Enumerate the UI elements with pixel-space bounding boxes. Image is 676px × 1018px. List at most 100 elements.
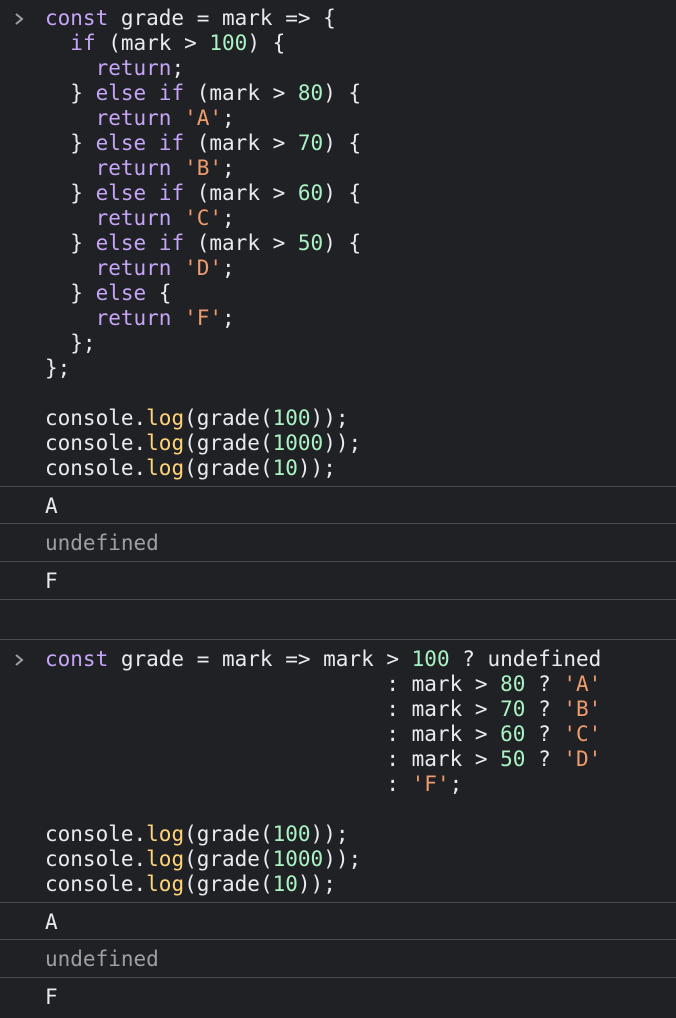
string-token: 'C' xyxy=(184,206,223,230)
code-token: ? xyxy=(525,697,564,721)
code-line: return 'A'; xyxy=(45,106,361,131)
code-line: console.log(grade(1000)); xyxy=(45,431,361,456)
code-token: ? xyxy=(525,747,564,771)
code-token: else xyxy=(95,281,147,305)
code-token: : mark > xyxy=(45,722,501,746)
code-token: console. xyxy=(45,822,147,846)
code-token: ) { xyxy=(323,81,362,105)
number-token: 100 xyxy=(272,822,311,846)
code-block: const grade = mark => { if (mark > 100) … xyxy=(45,6,361,481)
code-token: (grade( xyxy=(184,872,273,896)
number-token: 100 xyxy=(411,647,450,671)
code-token: } xyxy=(45,231,96,255)
output-value: F xyxy=(45,569,58,593)
code-token: (grade( xyxy=(184,431,273,455)
code-line: } else { xyxy=(45,281,361,306)
number-token: 1000 xyxy=(272,431,324,455)
code-token: return xyxy=(95,106,172,130)
code-token: console. xyxy=(45,406,147,430)
code-line: } else if (mark > 60) { xyxy=(45,181,361,206)
code-token: return xyxy=(95,256,172,280)
number-token: 50 xyxy=(297,231,324,255)
code-token: { xyxy=(146,281,172,305)
string-token: 'D' xyxy=(184,256,223,280)
string-token: 'B' xyxy=(184,156,223,180)
output-value: A xyxy=(45,910,58,934)
code-token: }; xyxy=(45,331,96,355)
console-output-row: A xyxy=(0,486,676,524)
code-token: else if xyxy=(95,81,185,105)
code-token: )); xyxy=(310,406,349,430)
code-token: const xyxy=(45,6,109,30)
code-line: return 'F'; xyxy=(45,306,361,331)
number-token: 1000 xyxy=(272,847,324,871)
string-token: 'A' xyxy=(184,106,223,130)
code-token: (mark > xyxy=(184,231,298,255)
code-line: if (mark > 100) { xyxy=(45,31,361,56)
code-token: if xyxy=(70,31,96,55)
code-token: : mark > xyxy=(45,747,501,771)
code-line: }; xyxy=(45,356,361,381)
code-line: console.log(grade(100)); xyxy=(45,406,361,431)
number-token: 80 xyxy=(297,81,324,105)
code-line: : mark > 80 ? 'A' xyxy=(45,672,601,697)
code-token: : mark > xyxy=(45,672,501,696)
code-token: return; xyxy=(95,56,185,80)
code-token: ) { xyxy=(323,231,362,255)
code-token: ) { xyxy=(323,181,362,205)
code-line: console.log(grade(100)); xyxy=(45,822,601,847)
code-token: return xyxy=(95,206,172,230)
code-token: )); xyxy=(297,872,336,896)
code-line: console.log(grade(10)); xyxy=(45,456,361,481)
number-token: 10 xyxy=(272,872,298,896)
code-line: const grade = mark => mark > 100 ? undef… xyxy=(45,647,601,672)
string-token: 'C' xyxy=(563,722,602,746)
string-token: 'F' xyxy=(411,772,450,796)
code-token: ? xyxy=(525,672,564,696)
number-token: 60 xyxy=(500,722,526,746)
console-output-row: undefined xyxy=(0,940,676,978)
number-token: 100 xyxy=(209,31,248,55)
console-output-row: A xyxy=(0,902,676,940)
console-output-row: F xyxy=(0,562,676,600)
code-token: return xyxy=(95,306,172,330)
code-token: )); xyxy=(323,431,362,455)
number-token: 50 xyxy=(500,747,526,771)
string-token: 'D' xyxy=(563,747,602,771)
code-token: (grade( xyxy=(184,822,273,846)
code-token: grade = mark => { xyxy=(108,6,336,30)
console-input-entry[interactable]: const grade = mark => mark > 100 ? undef… xyxy=(0,647,676,902)
code-line: : mark > 50 ? 'D' xyxy=(45,747,601,772)
code-token: } xyxy=(45,181,96,205)
function-token: log xyxy=(146,872,185,896)
code-token: ; xyxy=(222,306,235,330)
chevron-right-icon xyxy=(13,652,27,668)
number-token: 80 xyxy=(500,672,526,696)
string-token: 'B' xyxy=(563,697,602,721)
code-token: } xyxy=(45,281,96,305)
code-token: ; xyxy=(449,772,463,796)
code-token: }; xyxy=(45,356,71,380)
number-token: 70 xyxy=(500,697,526,721)
code-line: return 'B'; xyxy=(45,156,361,181)
string-token: 'F' xyxy=(184,306,223,330)
code-token: ? undefined xyxy=(449,647,602,671)
code-token: )); xyxy=(323,847,362,871)
code-line: console.log(grade(10)); xyxy=(45,872,601,897)
code-token: (mark > xyxy=(184,81,298,105)
devtools-console: const grade = mark => { if (mark > 100) … xyxy=(0,0,676,1018)
function-token: log xyxy=(146,456,185,480)
function-token: log xyxy=(146,847,185,871)
code-token: )); xyxy=(297,456,336,480)
code-token: else if xyxy=(95,131,185,155)
function-token: log xyxy=(146,431,185,455)
code-line: } else if (mark > 70) { xyxy=(45,131,361,156)
code-token: const xyxy=(45,647,109,671)
console-output-row: undefined xyxy=(0,524,676,562)
console-input-entry[interactable]: const grade = mark => { if (mark > 100) … xyxy=(0,6,676,486)
string-token: 'A' xyxy=(563,672,602,696)
number-token: 10 xyxy=(272,456,298,480)
function-token: log xyxy=(146,406,185,430)
